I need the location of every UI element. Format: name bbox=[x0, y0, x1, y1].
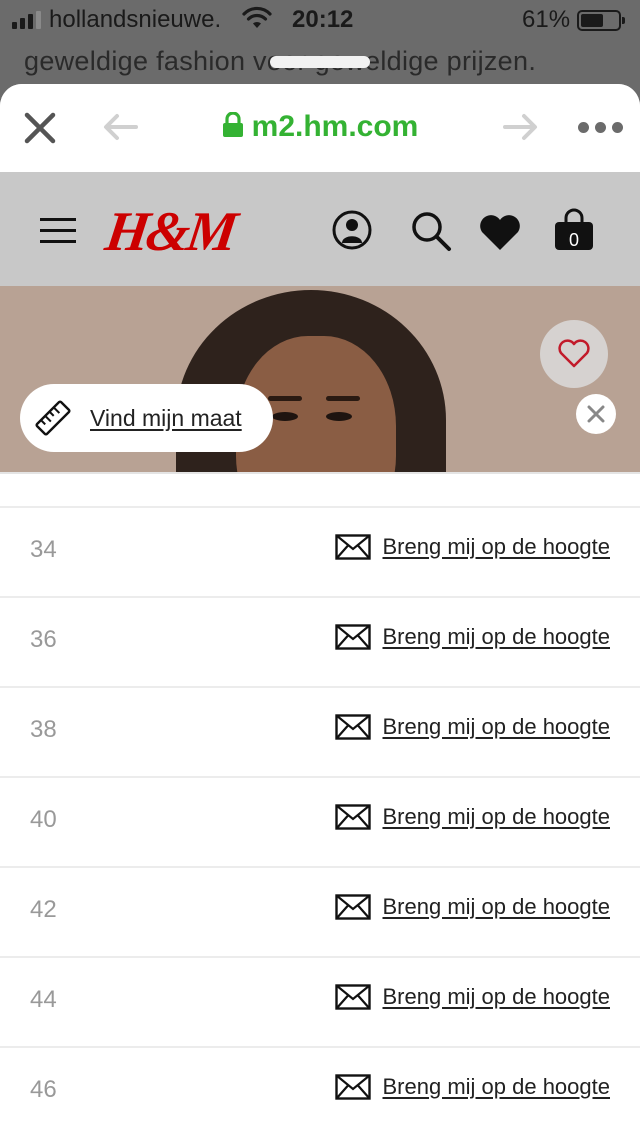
model-brow-left bbox=[268, 396, 302, 401]
hm-logo[interactable]: H&M bbox=[102, 200, 239, 264]
size-row: 40 Breng mij op de hoogte bbox=[0, 778, 640, 868]
favorites-heart-icon[interactable] bbox=[478, 214, 522, 252]
notify-me-label: Breng mij op de hoogte bbox=[382, 534, 611, 559]
envelope-icon bbox=[334, 714, 371, 740]
status-bar: hollandsnieuwe. 20:12 61% bbox=[0, 0, 640, 40]
wifi-icon bbox=[242, 6, 272, 28]
model-brow-right bbox=[326, 396, 360, 401]
clock: 20:12 bbox=[292, 6, 354, 33]
envelope-icon bbox=[334, 894, 371, 920]
size-list: 34 Breng mij op de hoogte 36 Breng mij op d… bbox=[0, 472, 640, 1136]
wishlist-button[interactable] bbox=[540, 320, 608, 388]
url-field[interactable]: m2.hm.com bbox=[0, 110, 640, 144]
wishlist-heart-icon bbox=[558, 339, 590, 368]
menu-icon[interactable] bbox=[40, 218, 76, 251]
carrier-name: hollandsnieuwe. bbox=[49, 6, 222, 33]
logo-text: H&M bbox=[101, 201, 239, 263]
size-label: 34 bbox=[30, 536, 57, 563]
model-eye-left bbox=[272, 412, 298, 421]
lock-icon bbox=[222, 112, 243, 137]
cart-count: 0 bbox=[568, 230, 579, 250]
size-row: 36 Breng mij op de hoogte bbox=[0, 598, 640, 688]
dismiss-button[interactable] bbox=[576, 394, 616, 434]
size-label: 40 bbox=[30, 806, 57, 833]
size-label: 36 bbox=[30, 626, 57, 653]
size-label: 38 bbox=[30, 716, 57, 743]
battery-percent: 61% bbox=[522, 6, 571, 33]
product-hero-image: Vind mijn maat bbox=[0, 286, 640, 472]
signal-icon bbox=[12, 11, 41, 29]
size-row: 44 Breng mij op de hoogte bbox=[0, 958, 640, 1048]
notify-me-label: Breng mij op de hoogte bbox=[382, 894, 611, 919]
model-eye-right bbox=[326, 412, 352, 421]
notify-me-label: Breng mij op de hoogte bbox=[382, 1074, 611, 1099]
search-icon[interactable] bbox=[410, 210, 452, 252]
size-row: 34 Breng mij op de hoogte bbox=[0, 508, 640, 598]
notify-me-link[interactable]: Breng mij op de hoogte bbox=[334, 714, 611, 740]
envelope-icon bbox=[334, 1074, 371, 1100]
forward-arrow-icon[interactable] bbox=[503, 112, 539, 142]
size-finder-label: Vind mijn maat bbox=[90, 404, 242, 431]
ruler-icon bbox=[35, 400, 71, 436]
envelope-icon bbox=[334, 624, 371, 650]
dismiss-icon bbox=[587, 405, 605, 423]
notify-me-label: Breng mij op de hoogte bbox=[382, 624, 611, 649]
notify-me-link[interactable]: Breng mij op de hoogte bbox=[334, 1074, 611, 1100]
size-label: 42 bbox=[30, 896, 57, 923]
url-text: m2.hm.com bbox=[251, 110, 419, 143]
size-row: 46 Breng mij op de hoogte bbox=[0, 1048, 640, 1136]
notify-me-label: Breng mij op de hoogte bbox=[382, 984, 611, 1009]
notify-me-label: Breng mij op de hoogte bbox=[382, 714, 611, 739]
carrier: hollandsnieuwe. bbox=[12, 6, 221, 34]
notify-me-link[interactable]: Breng mij op de hoogte bbox=[334, 624, 611, 650]
sheet-grabber[interactable] bbox=[270, 56, 370, 68]
notify-me-link[interactable]: Breng mij op de hoogte bbox=[334, 984, 611, 1010]
more-icon[interactable] bbox=[578, 122, 623, 133]
battery-icon bbox=[577, 10, 625, 31]
notify-me-label: Breng mij op de hoogte bbox=[382, 804, 611, 829]
size-row: 42 Breng mij op de hoogte bbox=[0, 868, 640, 958]
size-label: 44 bbox=[30, 986, 57, 1013]
size-label: 46 bbox=[30, 1076, 57, 1103]
hm-header: H&M 0 bbox=[0, 172, 640, 286]
battery-fill bbox=[581, 14, 603, 27]
envelope-icon bbox=[334, 804, 371, 830]
account-icon[interactable] bbox=[332, 210, 372, 250]
size-row: 38 Breng mij op de hoogte bbox=[0, 688, 640, 778]
browser-sheet: m2.hm.com H&M 0 Vind mijn maat 34 Breng … bbox=[0, 84, 640, 1136]
envelope-icon bbox=[334, 534, 371, 560]
browser-toolbar: m2.hm.com bbox=[0, 84, 640, 172]
size-list-top-row bbox=[0, 474, 640, 508]
size-finder-button[interactable]: Vind mijn maat bbox=[20, 384, 273, 452]
notify-me-link[interactable]: Breng mij op de hoogte bbox=[334, 894, 611, 920]
envelope-icon bbox=[334, 984, 371, 1010]
notify-me-link[interactable]: Breng mij op de hoogte bbox=[334, 804, 611, 830]
notify-me-link[interactable]: Breng mij op de hoogte bbox=[334, 534, 611, 560]
